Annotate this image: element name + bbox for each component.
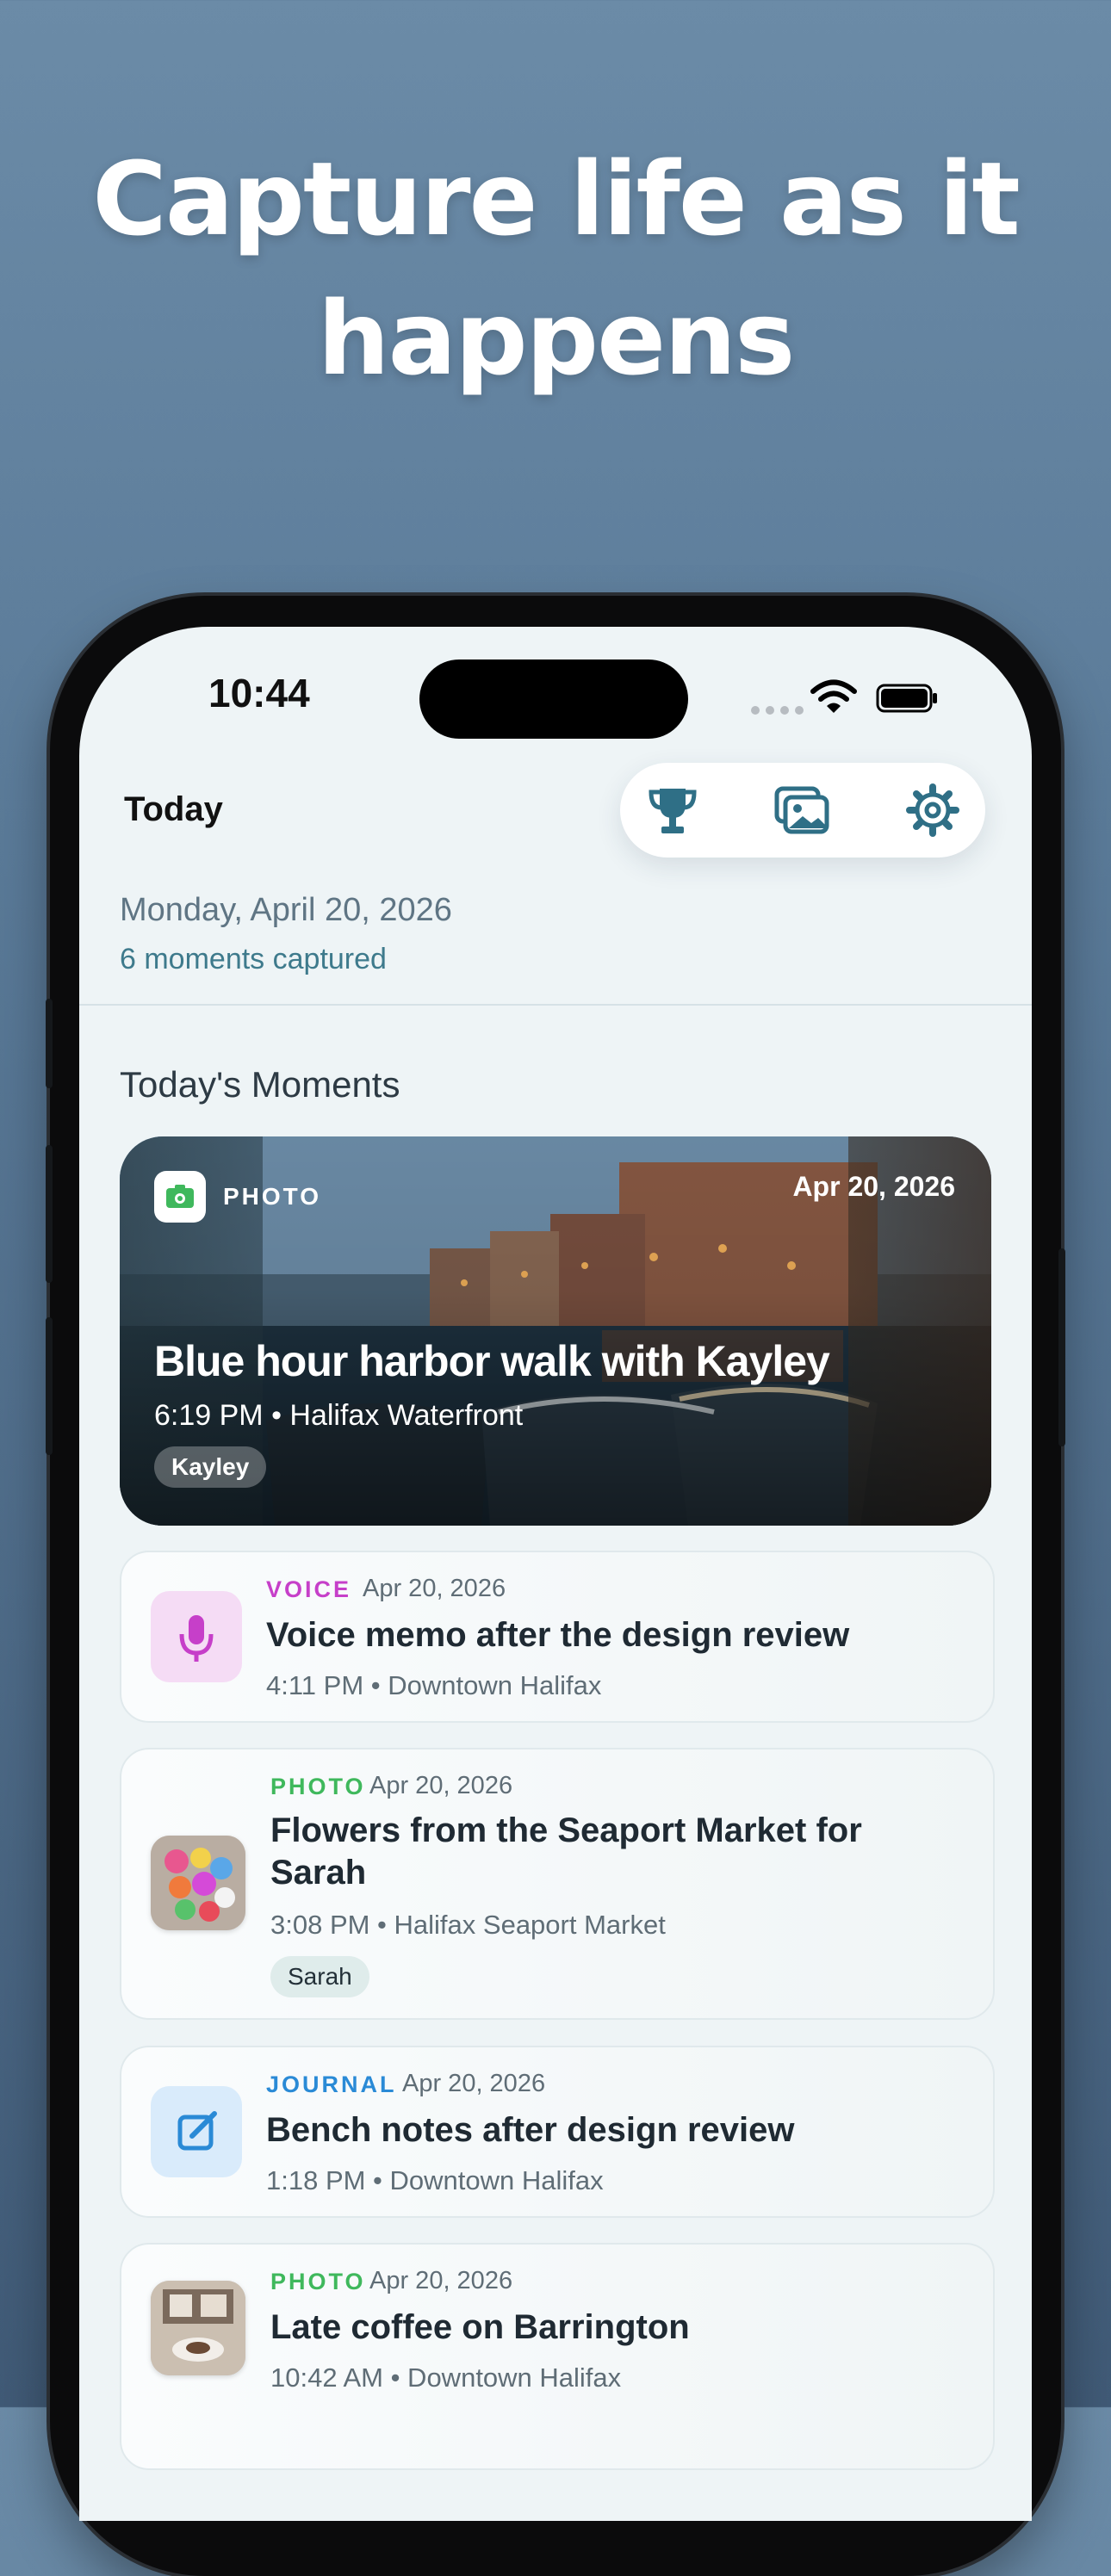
marketing-headline: Capture life as it happens bbox=[0, 129, 1111, 408]
moment-date: Apr 20, 2026 bbox=[363, 1575, 506, 1602]
battery-icon bbox=[876, 684, 937, 713]
moment-kind-label: PHOTO bbox=[270, 1774, 366, 1799]
edit-icon bbox=[151, 2086, 242, 2177]
coffee-photo bbox=[151, 2281, 245, 2375]
moment-meta: 3:08 PM • Halifax Seaport Market bbox=[270, 1910, 666, 1940]
header-toolbar bbox=[620, 763, 985, 858]
moment-date: Apr 20, 2026 bbox=[369, 1772, 513, 1799]
moment-title: Flowers from the Seaport Market for Sara… bbox=[270, 1811, 862, 1892]
featured-date: Apr 20, 2026 bbox=[792, 1171, 955, 1202]
moment-title: Bench notes after design review bbox=[266, 2111, 795, 2149]
moment-title: Late coffee on Barrington bbox=[270, 2308, 690, 2346]
moment-meta: 1:18 PM • Downtown Halifax bbox=[266, 2165, 604, 2195]
person-tag[interactable]: Sarah bbox=[270, 1956, 369, 1997]
camera-icon bbox=[154, 1171, 206, 1223]
wifi-icon bbox=[810, 679, 857, 713]
page-title: Today bbox=[124, 790, 223, 828]
featured-kind-label: PHOTO bbox=[223, 1183, 322, 1210]
moment-date: Apr 20, 2026 bbox=[369, 2267, 513, 2294]
gear-icon[interactable] bbox=[904, 782, 961, 839]
phone-side-button bbox=[46, 999, 53, 1088]
section-title: Today's Moments bbox=[120, 1064, 400, 1105]
coffee-thumbnail bbox=[151, 2281, 245, 2375]
phone-volume-down-button bbox=[46, 1317, 53, 1455]
status-time: 10:44 bbox=[208, 671, 310, 715]
today-date: Monday, April 20, 2026 bbox=[120, 892, 452, 928]
moment-kind-label: JOURNAL bbox=[266, 2071, 397, 2097]
microphone-icon bbox=[151, 1591, 242, 1682]
trophy-icon[interactable] bbox=[644, 782, 701, 839]
gallery-icon[interactable] bbox=[773, 782, 830, 839]
moment-kind-label: PHOTO bbox=[270, 2269, 366, 2294]
phone-power-button bbox=[1058, 1248, 1065, 1446]
phone-volume-up-button bbox=[46, 1145, 53, 1283]
headline-line-2: happens bbox=[317, 279, 796, 398]
moment-meta: 4:11 PM • Downtown Halifax bbox=[266, 1670, 602, 1700]
moment-card-journal[interactable]: JOURNAL Apr 20, 2026 Bench notes after d… bbox=[120, 2046, 995, 2218]
cellular-signal-icon bbox=[751, 706, 804, 715]
featured-meta: 6:19 PM • Halifax Waterfront bbox=[154, 1399, 524, 1432]
featured-title: Blue hour harbor walk with Kayley bbox=[154, 1337, 830, 1385]
headline-line-1: Capture life as it bbox=[92, 139, 1021, 258]
moment-card-voice[interactable]: VOICE Apr 20, 2026 Voice memo after the … bbox=[120, 1551, 995, 1723]
moment-card-photo[interactable]: PHOTO Apr 20, 2026 Flowers from the Seap… bbox=[120, 1748, 995, 2020]
moment-date: Apr 20, 2026 bbox=[402, 2070, 546, 2097]
person-tag[interactable]: Kayley bbox=[154, 1446, 267, 1488]
flowers-photo bbox=[151, 1836, 245, 1930]
moment-kind-label: VOICE bbox=[266, 1576, 352, 1602]
moments-count: 6 moments captured bbox=[120, 943, 387, 975]
dynamic-island bbox=[419, 659, 688, 739]
flowers-thumbnail bbox=[151, 1836, 245, 1930]
app-screen: 10:44 Today Monday, April 20, 2026 6 mom… bbox=[79, 627, 1032, 2521]
header-divider bbox=[79, 1004, 1032, 1006]
moment-meta: 10:42 AM • Downtown Halifax bbox=[270, 2362, 622, 2393]
featured-moment-card[interactable]: PHOTO Apr 20, 2026 Blue hour harbor walk… bbox=[120, 1136, 991, 1526]
moment-card-photo[interactable]: PHOTO Apr 20, 2026 Late coffee on Barrin… bbox=[120, 2243, 995, 2470]
moment-title: Voice memo after the design review bbox=[266, 1616, 850, 1654]
